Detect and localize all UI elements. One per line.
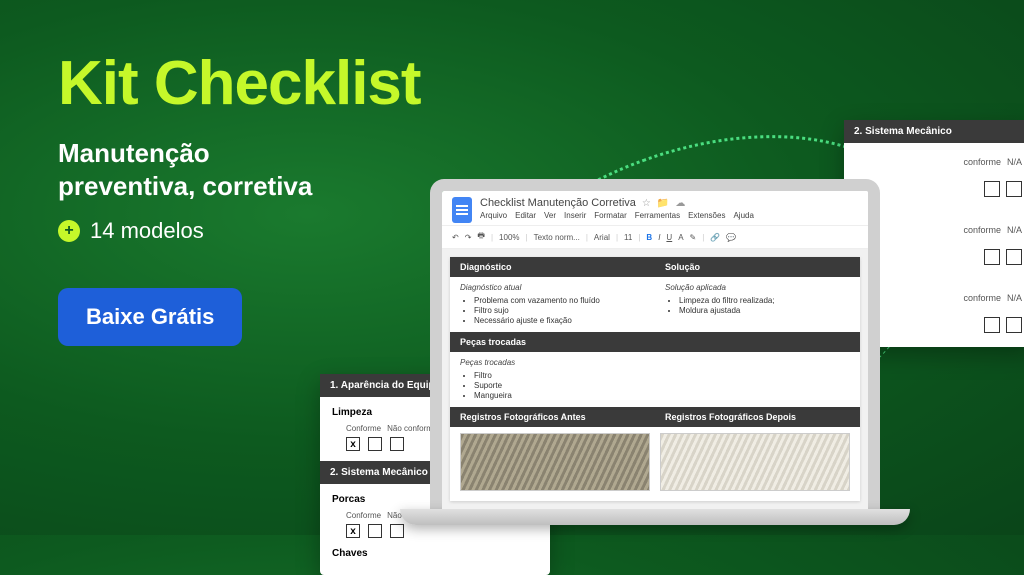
menu-item[interactable]: Editar bbox=[515, 211, 536, 220]
laptop-mockup: Checklist Manutenção Corretiva ☆ 📁 ☁ Arq… bbox=[430, 179, 880, 525]
zoom-select[interactable]: 100% bbox=[499, 233, 519, 242]
google-docs-window: Checklist Manutenção Corretiva ☆ 📁 ☁ Arq… bbox=[442, 191, 868, 509]
menu-item[interactable]: Ferramentas bbox=[635, 211, 680, 220]
link-icon[interactable]: 🔗 bbox=[710, 233, 720, 242]
print-icon[interactable]: 🖶 bbox=[477, 230, 485, 244]
checkbox[interactable] bbox=[390, 437, 404, 451]
checkbox[interactable] bbox=[1006, 249, 1022, 265]
list-item: Limpeza do filtro realizada; bbox=[679, 296, 850, 305]
section-header: 2. Sistema Mecânico bbox=[844, 120, 1024, 143]
laptop-base bbox=[400, 509, 910, 525]
checkbox[interactable] bbox=[1006, 317, 1022, 333]
star-icon[interactable]: ☆ bbox=[642, 198, 651, 209]
checkbox[interactable] bbox=[368, 437, 382, 451]
checkbox[interactable] bbox=[1006, 181, 1022, 197]
document-page[interactable]: Diagnóstico Solução Diagnóstico atual Pr… bbox=[450, 257, 860, 501]
underline-icon[interactable]: U bbox=[666, 233, 672, 242]
list-item: Mangueira bbox=[474, 391, 850, 400]
menu-item[interactable]: Arquivo bbox=[480, 211, 507, 220]
font-size[interactable]: 11 bbox=[624, 233, 632, 242]
checkbox[interactable]: x bbox=[346, 437, 360, 451]
comment-icon[interactable]: 💬 bbox=[726, 233, 736, 242]
google-docs-icon[interactable] bbox=[452, 197, 472, 223]
photo-before bbox=[460, 433, 650, 491]
list-item: Suporte bbox=[474, 381, 850, 390]
sub-label: Solução aplicada bbox=[665, 283, 850, 292]
table-header: Peças trocadas bbox=[450, 332, 860, 352]
hero-title: Kit Checklist bbox=[58, 48, 421, 119]
checkbox[interactable]: x bbox=[346, 524, 360, 538]
hero-subtitle: Manutenção preventiva, corretiva bbox=[58, 137, 421, 202]
italic-icon[interactable]: I bbox=[658, 233, 660, 242]
checkbox[interactable] bbox=[368, 524, 382, 538]
list-item: Problema com vazamento no fluído bbox=[474, 296, 645, 305]
font-select[interactable]: Arial bbox=[594, 233, 610, 242]
hero-section: Kit Checklist Manutenção preventiva, cor… bbox=[58, 48, 421, 346]
list-item: Filtro sujo bbox=[474, 306, 645, 315]
sub-label: Diagnóstico atual bbox=[460, 283, 645, 292]
checkbox[interactable] bbox=[390, 524, 404, 538]
list-item: Necessário ajuste e fixação bbox=[474, 316, 645, 325]
document-title[interactable]: Checklist Manutenção Corretiva bbox=[480, 197, 636, 209]
menu-bar: Arquivo Editar Ver Inserir Formatar Ferr… bbox=[480, 211, 754, 220]
menu-item[interactable]: Ver bbox=[544, 211, 556, 220]
models-badge: + 14 modelos bbox=[58, 218, 421, 244]
sub-label: Peças trocadas bbox=[460, 358, 850, 367]
cloud-icon[interactable]: ☁ bbox=[675, 198, 685, 209]
redo-icon[interactable]: ↷ bbox=[465, 233, 472, 242]
download-button[interactable]: Baixe Grátis bbox=[58, 288, 242, 346]
checkbox[interactable] bbox=[984, 317, 1000, 333]
table-header: Diagnóstico bbox=[450, 257, 655, 277]
highlight-icon[interactable]: ✎ bbox=[690, 233, 697, 242]
menu-item[interactable]: Extensões bbox=[688, 211, 725, 220]
bold-icon[interactable]: B bbox=[646, 233, 652, 242]
table-header: Registros Fotográficos Antes bbox=[450, 407, 655, 427]
style-select[interactable]: Texto norm... bbox=[534, 233, 580, 242]
plus-icon: + bbox=[58, 220, 80, 242]
text-color-icon[interactable]: A bbox=[678, 233, 683, 242]
menu-item[interactable]: Formatar bbox=[594, 211, 626, 220]
table-header: Registros Fotográficos Depois bbox=[655, 407, 860, 427]
table-header: Solução bbox=[655, 257, 860, 277]
checkbox[interactable] bbox=[984, 249, 1000, 265]
undo-icon[interactable]: ↶ bbox=[452, 233, 459, 242]
field-label: Chaves bbox=[332, 548, 538, 559]
menu-item[interactable]: Inserir bbox=[564, 211, 586, 220]
photo-after bbox=[660, 433, 850, 491]
list-item: Moldura ajustada bbox=[679, 306, 850, 315]
checkbox[interactable] bbox=[984, 181, 1000, 197]
list-item: Filtro bbox=[474, 371, 850, 380]
toolbar: ↶ ↷ 🖶 | 100% | Texto norm... | Arial | 1… bbox=[442, 225, 868, 249]
menu-item[interactable]: Ajuda bbox=[733, 211, 753, 220]
folder-icon[interactable]: 📁 bbox=[657, 198, 669, 209]
